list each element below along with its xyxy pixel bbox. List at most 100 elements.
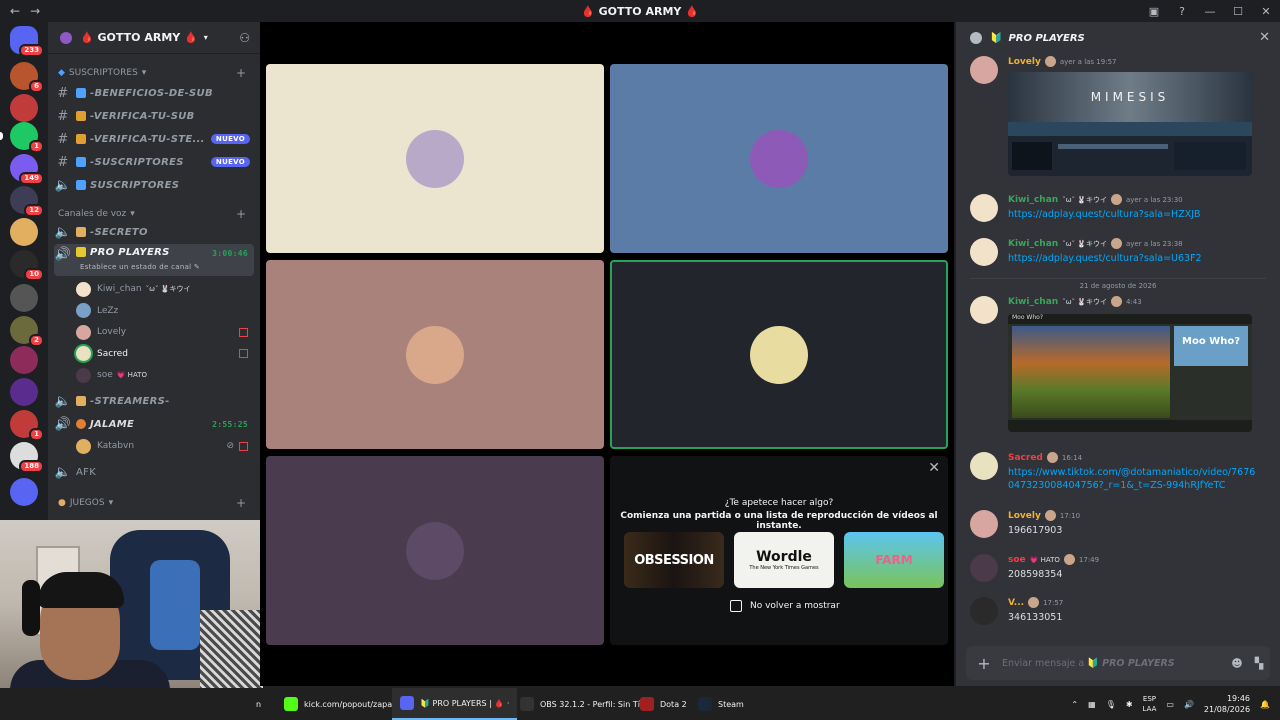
avatar[interactable]: [970, 554, 998, 582]
close-icon[interactable]: ✕: [928, 460, 940, 476]
category-juegos[interactable]: ● JUEGOS ▾ +: [58, 496, 250, 510]
voice-channel-streamers[interactable]: 🔈 -STREAMERS-: [54, 391, 254, 411]
voice-member[interactable]: soe 💗 HATO: [76, 365, 252, 385]
taskbar-app[interactable]: OBS 32.1.2 - Perfil: Sin Tí: [512, 688, 648, 720]
game-card-farm[interactable]: FARM: [844, 532, 944, 588]
minimize-button[interactable]: —: [1196, 5, 1224, 18]
taskbar-app[interactable]: n: [248, 688, 269, 720]
emoji-picker-icon[interactable]: ☻: [1226, 657, 1248, 670]
author-name[interactable]: Kiwi_chan: [1008, 297, 1058, 307]
taskbar-app[interactable]: Steam: [690, 688, 752, 720]
home-discord-icon[interactable]: 233: [10, 26, 44, 57]
channel-status-hint[interactable]: Establece un estado de canal ✎: [80, 263, 200, 271]
server-icon[interactable]: 1: [10, 410, 44, 441]
invite-icon[interactable]: ⚇: [239, 31, 250, 45]
author-name[interactable]: soe: [1008, 555, 1026, 565]
participant-tile[interactable]: [266, 64, 604, 253]
server-icon[interactable]: 2: [10, 316, 44, 347]
chevron-down-icon: ▾: [108, 498, 114, 508]
voice-member-katabvn[interactable]: Katabvn ⊘: [76, 436, 252, 456]
text-channel[interactable]: # -BENEFICIOS-DE-SUB: [54, 83, 254, 103]
participant-tile[interactable]: [610, 260, 948, 449]
voice-member[interactable]: Sacred: [76, 344, 252, 364]
category-voice[interactable]: Canales de voz ▾ +: [58, 207, 250, 221]
embed-mimesis[interactable]: MIMESIS: [1008, 72, 1252, 176]
server-icon[interactable]: [10, 94, 38, 122]
game-card-obsession[interactable]: OBSESSION: [624, 532, 724, 588]
bluetooth-icon[interactable]: ✱: [1126, 700, 1133, 709]
network-icon[interactable]: ▭: [1166, 700, 1174, 709]
author-name[interactable]: V...: [1008, 598, 1024, 608]
guild-header[interactable]: 🩸 GOTTO ARMY 🩸 ▾ ⚇: [48, 22, 260, 54]
category-suscriptores[interactable]: ◆ SUSCRIPTORES ▾ +: [58, 66, 250, 80]
voice-channel-afk[interactable]: 🔈 AFK: [54, 462, 254, 482]
channel-name: AFK: [76, 466, 97, 478]
voice-channel-jalame[interactable]: 🔊 JALAME 2:55:25: [54, 414, 254, 434]
server-icon[interactable]: [10, 378, 38, 406]
participant-tile[interactable]: [266, 260, 604, 449]
author-name[interactable]: Sacred: [1008, 453, 1043, 463]
server-icon[interactable]: [10, 218, 38, 246]
author-name[interactable]: Kiwi_chan: [1008, 195, 1058, 205]
voice-member[interactable]: Lovely: [76, 322, 252, 342]
server-icon[interactable]: [10, 346, 38, 374]
activity-question: ¿Te apetece hacer algo?: [724, 498, 834, 508]
message-link[interactable]: https://www.tiktok.com/@dotamaniatico/vi…: [1008, 466, 1258, 492]
close-chat-icon[interactable]: ✕: [1259, 30, 1270, 45]
mic-icon[interactable]: 🎙: [1106, 700, 1116, 709]
add-channel-icon[interactable]: +: [236, 207, 246, 221]
server-icon[interactable]: 149: [10, 154, 44, 185]
author-name[interactable]: Lovely: [1008, 57, 1041, 67]
help-icon[interactable]: ?: [1168, 5, 1196, 18]
text-channel[interactable]: 🔈 SUSCRIPTORES: [54, 175, 254, 195]
avatar[interactable]: [970, 510, 998, 538]
message-composer[interactable]: + Enviar mensaje a 🔰 PRO PLAYERS ☻ ▚: [966, 646, 1270, 680]
message-link[interactable]: https://adplay.quest/cultura?sala=U63F2: [1008, 252, 1258, 265]
apps-icon[interactable]: ▚: [1248, 657, 1270, 670]
taskbar-app[interactable]: kick.com/popout/zapati: [276, 688, 406, 720]
add-channel-icon[interactable]: +: [236, 66, 246, 80]
notification-icon[interactable]: 🔔: [1260, 700, 1270, 709]
inbox-icon[interactable]: ▣: [1140, 5, 1168, 18]
voice-channel-pro-players[interactable]: 🔊 PRO PLAYERS 3:00:46 Establece un estad…: [54, 244, 254, 276]
server-icon[interactable]: 12: [10, 186, 44, 217]
close-window-button[interactable]: ✕: [1252, 5, 1280, 18]
avatar[interactable]: [970, 597, 998, 625]
server-icon[interactable]: [10, 284, 38, 312]
add-attachment-icon[interactable]: +: [966, 654, 1002, 673]
text-channel[interactable]: # -SUSCRIPTORES NUEVO: [54, 152, 254, 172]
author-name[interactable]: Kiwi_chan: [1008, 239, 1058, 249]
voice-channel-secreto[interactable]: 🔈 -SECRETO: [54, 222, 254, 242]
taskbar-app[interactable]: Dota 2: [632, 688, 695, 720]
author-name[interactable]: Lovely: [1008, 511, 1041, 521]
dont-show-again[interactable]: No volver a mostrar: [730, 600, 840, 612]
server-icon[interactable]: 1: [0, 122, 44, 153]
maximize-button[interactable]: ☐: [1224, 5, 1252, 18]
checkbox[interactable]: [730, 600, 742, 612]
server-icon[interactable]: 6: [10, 62, 44, 93]
message-link[interactable]: https://adplay.quest/cultura?sala=HZXJB: [1008, 208, 1258, 221]
avatar[interactable]: [970, 56, 998, 84]
embed-moo-who[interactable]: Moo Who? Moo Who?: [1008, 314, 1252, 432]
server-icon[interactable]: 188: [10, 442, 44, 473]
avatar[interactable]: [970, 238, 998, 266]
voice-member[interactable]: Kiwi_chan ˘ω˘ 🐰キウイ: [76, 279, 252, 299]
avatar[interactable]: [970, 296, 998, 324]
avatar[interactable]: [970, 452, 998, 480]
app-tray-icon[interactable]: ▦: [1088, 700, 1096, 709]
game-card-wordle[interactable]: Wordle The New York Times Games: [734, 532, 834, 588]
clock[interactable]: 19:46 21/08/2026: [1204, 693, 1250, 715]
add-channel-icon[interactable]: +: [236, 496, 246, 510]
volume-icon[interactable]: 🔊: [1184, 700, 1194, 709]
text-channel[interactable]: # -VERIFICA-TU-SUB: [54, 106, 254, 126]
chevron-up-icon[interactable]: ⌃: [1071, 700, 1078, 709]
voice-member[interactable]: LeZz: [76, 301, 252, 321]
server-icon[interactable]: 10: [10, 250, 44, 281]
server-icon[interactable]: [10, 478, 38, 506]
participant-tile[interactable]: [266, 456, 604, 645]
avatar[interactable]: [970, 194, 998, 222]
taskbar-app[interactable]: 🔰 PRO PLAYERS | 🩸 ·: [392, 688, 518, 720]
language-indicator[interactable]: ESP LAA: [1143, 694, 1157, 714]
participant-tile[interactable]: [610, 64, 948, 253]
text-channel[interactable]: # -VERIFICA-TU-STE... NUEVO: [54, 129, 254, 149]
